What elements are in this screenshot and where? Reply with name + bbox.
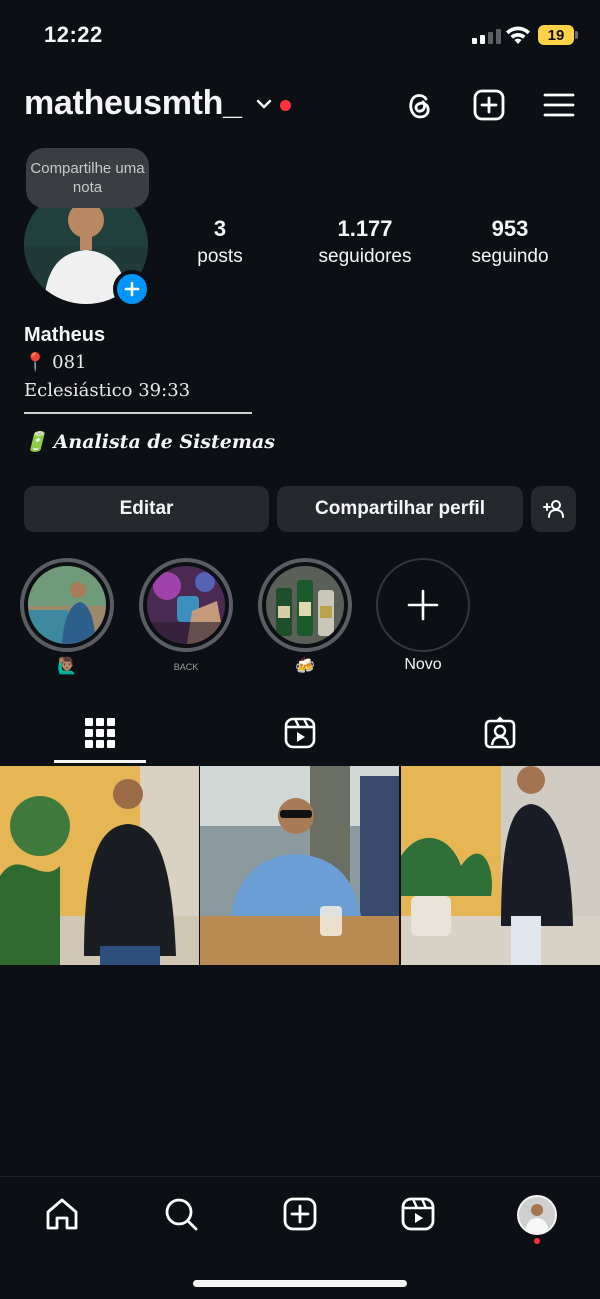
threads-icon[interactable] [402,88,436,122]
new-highlight-label: Novo [404,656,442,673]
create-icon[interactable] [472,88,506,122]
post-3[interactable] [401,766,600,965]
create-post-icon[interactable] [282,1196,318,1232]
wifi-icon [504,24,532,46]
profile-name: Matheus [24,324,106,346]
highlight-2-label: BACK [173,662,199,672]
highlight-3[interactable] [258,558,352,652]
new-highlight-button[interactable] [376,558,470,652]
bio-job-text: Analista de Sistemas [53,430,275,453]
battery-icon: 19 [538,25,578,45]
chevron-down-icon[interactable] [256,98,272,110]
note-bubble[interactable]: Compartilhe uma nota [26,148,149,208]
search-icon[interactable] [163,1196,199,1232]
highlight-2[interactable] [139,558,233,652]
add-story-button[interactable] [113,270,151,308]
highlight-1-label: 🙋🏽‍♂️ [57,658,77,675]
menu-icon[interactable] [542,88,576,122]
battery-emoji: 🔋 [24,431,48,453]
add-person-icon [542,500,564,518]
stat-following[interactable]: 953 seguindo [455,216,565,268]
highlight-1[interactable] [20,558,114,652]
stat-posts-label: posts [197,246,243,267]
post-2[interactable] [200,766,399,965]
post-1[interactable] [0,766,199,965]
status-time: 12:22 [44,22,103,47]
bio-verse: Eclesiástico 39:33 [24,380,191,401]
highlight-3-label: 🍻 [295,658,315,675]
signal-icon [472,26,501,44]
bio-location: 📍 081 [24,352,87,373]
stat-following-value: 953 [491,216,529,241]
battery-level: 19 [547,26,565,44]
reels-icon[interactable] [400,1196,436,1232]
tagged-icon[interactable] [483,716,517,750]
notification-dot [280,100,291,111]
bio-job: 🔋 Analista de Sistemas [24,430,275,454]
share-profile-button[interactable]: Compartilhar perfil [277,486,523,532]
username-title[interactable]: matheusmth_ [24,84,242,123]
stat-followers-label: seguidores [318,246,412,267]
pin-emoji: 📍 [24,352,47,373]
stat-following-label: seguindo [471,246,549,267]
bio-location-text: 081 [52,352,87,373]
home-indicator[interactable] [193,1280,407,1287]
stat-followers-value: 1.177 [337,216,393,241]
grid-icon[interactable] [83,716,117,750]
stat-posts[interactable]: 3 posts [180,216,260,268]
edit-profile-button[interactable]: Editar [24,486,269,532]
bio-divider [24,412,252,414]
profile-avatar-nav[interactable] [517,1195,557,1235]
stat-followers[interactable]: 1.177 seguidores [305,216,425,268]
plus-icon [407,589,439,621]
bottom-nav-divider [0,1176,600,1177]
reels-tab-icon[interactable] [283,716,317,750]
discover-people-button[interactable] [531,486,576,532]
home-icon[interactable] [44,1196,80,1232]
profile-notification-dot [534,1238,540,1244]
active-tab-indicator [54,760,146,763]
stat-posts-value: 3 [213,216,227,241]
